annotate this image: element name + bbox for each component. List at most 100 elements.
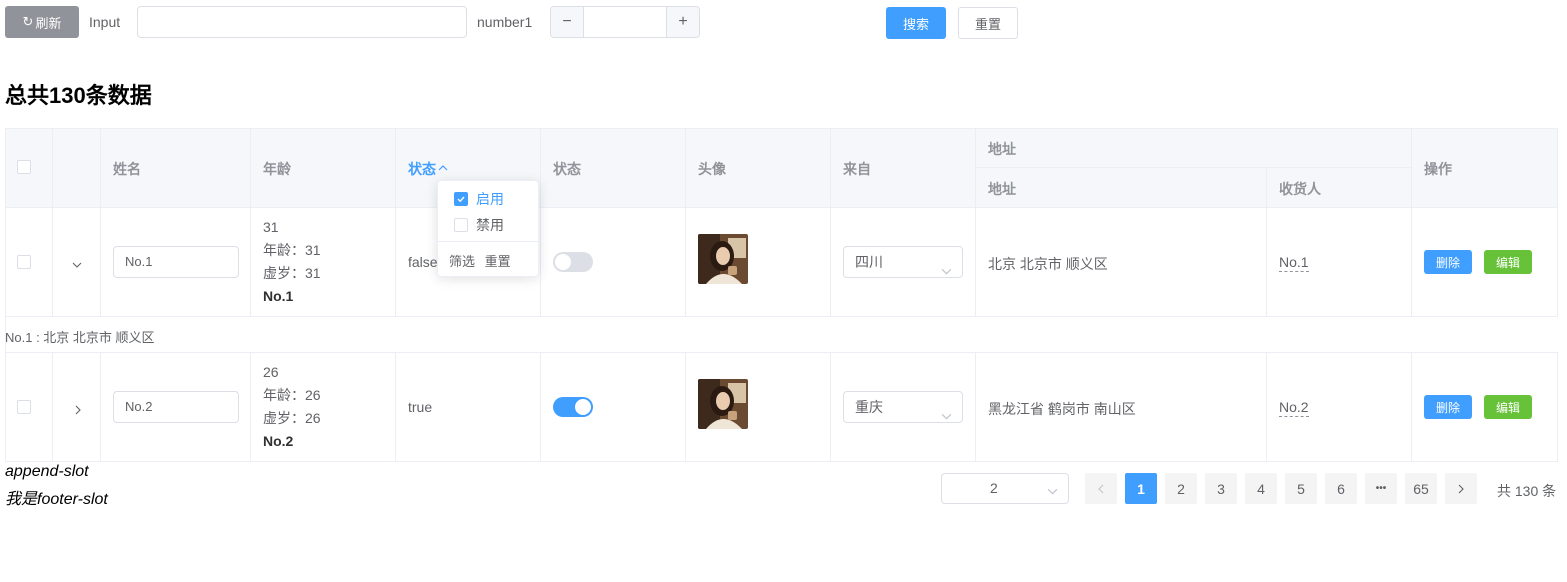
row-select-cell <box>5 208 53 317</box>
page-1[interactable]: 1 <box>1125 473 1157 504</box>
avatar[interactable] <box>698 379 748 429</box>
header-name: 姓名 <box>101 128 251 208</box>
delete-button[interactable]: 删除 <box>1424 250 1472 274</box>
row-avatar-cell <box>686 208 831 317</box>
checkbox-checked-icon[interactable] <box>454 192 468 206</box>
checkbox-icon[interactable] <box>454 218 468 232</box>
row-expand-cell <box>53 208 101 317</box>
filter-option-disabled[interactable]: 禁用 <box>454 215 504 235</box>
name-input[interactable]: No.1 <box>113 246 239 278</box>
address-text: 黑龙江省 鹤岗市 南山区 <box>988 401 1136 417</box>
row-actions-cell: 删除 编辑 <box>1412 353 1558 462</box>
refresh-label: 刷新 <box>35 15 62 31</box>
chevron-left-icon <box>1098 484 1104 493</box>
receiver-text[interactable]: No.1 <box>1279 254 1309 272</box>
page-4[interactable]: 4 <box>1245 473 1277 504</box>
name-input[interactable]: No.2 <box>113 391 239 423</box>
row-address-cell: 黑龙江省 鹤岗市 南山区 <box>976 353 1267 462</box>
next-page-button[interactable] <box>1445 473 1477 504</box>
header-address: 地址 <box>976 168 1267 208</box>
reset-button[interactable]: 重置 <box>958 7 1018 39</box>
search-button[interactable]: 搜索 <box>886 7 946 39</box>
refresh-icon: ↻ <box>22 14 34 29</box>
row-receiver-cell: No.2 <box>1267 353 1412 462</box>
row-age-cell: 31 年龄：31 虚岁：31 No.1 <box>251 208 396 317</box>
status-filter-popover: 启用 禁用 筛选 重置 <box>437 180 539 277</box>
header-address-group-label: 地址 <box>988 141 1016 157</box>
chevron-down-icon <box>941 402 952 432</box>
page-3[interactable]: 3 <box>1205 473 1237 504</box>
append-slot: append-slot <box>5 463 89 480</box>
chevron-right-icon <box>1458 484 1464 493</box>
age-value: 31 <box>263 219 279 235</box>
status-switch[interactable] <box>553 397 593 417</box>
edit-button[interactable]: 编辑 <box>1484 395 1532 419</box>
page-size-select[interactable]: 2 <box>941 473 1069 504</box>
header-address-label: 地址 <box>988 181 1016 197</box>
row-receiver-cell: No.1 <box>1267 208 1412 317</box>
header-receiver-label: 收货人 <box>1279 181 1321 197</box>
receiver-text[interactable]: No.2 <box>1279 399 1309 417</box>
from-select[interactable]: 四川 <box>843 246 963 278</box>
header-status-filter-label: 状态 <box>408 161 436 177</box>
select-all-checkbox[interactable] <box>17 160 31 174</box>
row-name-cell: No.2 <box>101 353 251 462</box>
refresh-button[interactable]: ↻ 刷新 <box>5 6 79 38</box>
filter-option-enabled[interactable]: 启用 <box>454 189 504 209</box>
header-expand-cell <box>53 128 101 208</box>
row-from-cell: 四川 <box>831 208 976 317</box>
age-line: 年龄：31 <box>263 242 321 258</box>
header-receiver: 收货人 <box>1267 168 1412 208</box>
filter-confirm-button[interactable]: 筛选 <box>449 254 475 269</box>
row-actions-cell: 删除 编辑 <box>1412 208 1558 317</box>
row-age-cell: 26 年龄：26 虚岁：26 No.2 <box>251 353 396 462</box>
header-status-label: 状态 <box>553 161 581 177</box>
row-avatar-cell <box>686 353 831 462</box>
page-6[interactable]: 6 <box>1325 473 1357 504</box>
nominal-age-line: 虚岁：31 <box>263 265 321 281</box>
switch-knob <box>555 254 571 270</box>
header-address-group: 地址 <box>976 128 1412 168</box>
input-field[interactable] <box>137 6 467 38</box>
header-age-label: 年龄 <box>263 161 291 177</box>
page-last[interactable]: 65 <box>1405 473 1437 504</box>
row-checkbox[interactable] <box>17 255 31 269</box>
number1-stepper: − + <box>550 6 700 38</box>
expanded-row: No.1 : 北京 北京市 顺义区 <box>5 317 1558 353</box>
status-text: false <box>408 254 438 270</box>
divider <box>438 241 538 242</box>
increase-button[interactable]: + <box>666 7 699 37</box>
decrease-button[interactable]: − <box>551 7 584 37</box>
status-switch[interactable] <box>553 252 593 272</box>
pagination-total: 共 130 条 <box>1497 483 1557 499</box>
chevron-up-icon[interactable] <box>438 160 448 176</box>
prev-page-button[interactable] <box>1085 473 1117 504</box>
header-name-label: 姓名 <box>113 161 141 177</box>
page-5[interactable]: 5 <box>1285 473 1317 504</box>
header-actions: 操作 <box>1412 128 1558 208</box>
chevron-down-icon <box>941 257 952 287</box>
from-select[interactable]: 重庆 <box>843 391 963 423</box>
delete-button[interactable]: 删除 <box>1424 395 1472 419</box>
row-status-cell <box>541 353 686 462</box>
age-info: 31 年龄：31 虚岁：31 No.1 <box>263 216 321 308</box>
number1-input[interactable] <box>584 7 666 37</box>
status-text: true <box>408 399 433 415</box>
page-2[interactable]: 2 <box>1165 473 1197 504</box>
row-checkbox[interactable] <box>17 400 31 414</box>
toolbar: ↻ 刷新 Input number1 − + 搜索 重置 <box>5 6 1025 39</box>
edit-button[interactable]: 编辑 <box>1484 250 1532 274</box>
filter-reset-button[interactable]: 重置 <box>485 254 511 269</box>
more-pages-button[interactable]: ••• <box>1365 473 1397 504</box>
header-actions-label: 操作 <box>1424 161 1452 177</box>
header-select-cell <box>5 128 53 208</box>
nominal-age-line: 虚岁：26 <box>263 410 321 426</box>
chevron-right-icon[interactable] <box>73 402 83 418</box>
page-title: 总共130条数据 <box>5 83 152 108</box>
avatar[interactable] <box>698 234 748 284</box>
header-from: 来自 <box>831 128 976 208</box>
page-size-value: 2 <box>990 480 998 496</box>
header-age: 年龄 <box>251 128 396 208</box>
header-avatar-label: 头像 <box>698 161 726 177</box>
chevron-down-icon[interactable] <box>72 257 82 273</box>
